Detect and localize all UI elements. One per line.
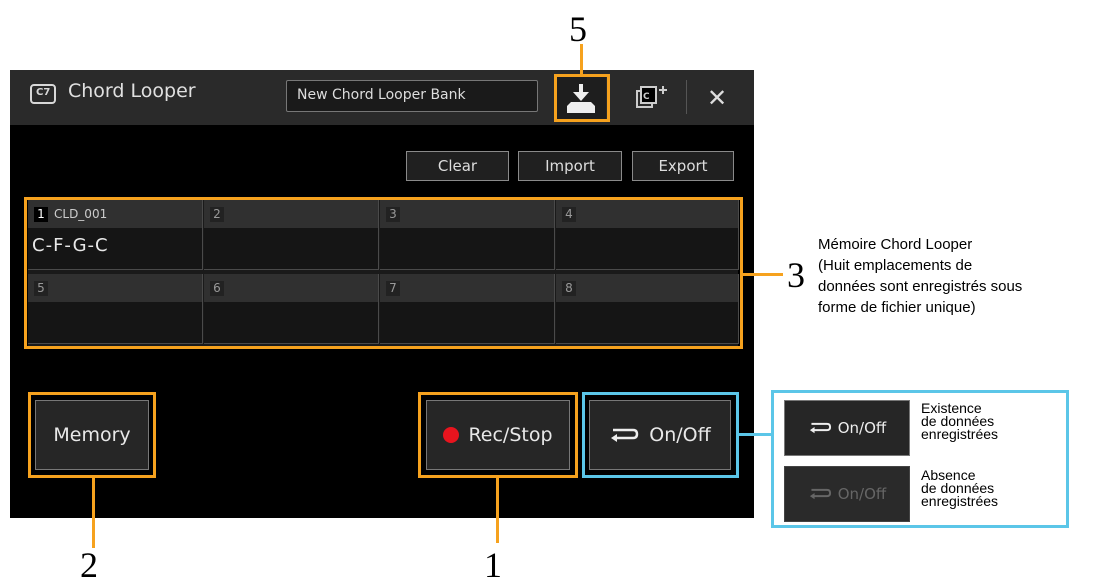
close-button[interactable]: ✕ <box>694 76 740 120</box>
highlight-3 <box>24 197 743 349</box>
bank-name-field[interactable]: New Chord Looper Bank <box>286 80 538 112</box>
clear-button[interactable]: Clear <box>406 151 509 181</box>
legend-active-text: Existence de données enregistrées <box>921 400 999 442</box>
svg-text:C: C <box>643 92 650 102</box>
leader-3 <box>743 273 783 276</box>
legend-inactive-text: Absence de données enregistrées <box>921 467 999 509</box>
highlight-5 <box>554 74 610 122</box>
loop-icon <box>809 488 831 500</box>
callout-3: 3 <box>787 255 805 295</box>
highlight-1 <box>418 392 578 478</box>
import-button[interactable]: Import <box>518 151 622 181</box>
new-bank-button[interactable]: C <box>628 76 676 120</box>
highlight-2 <box>28 392 156 478</box>
leader-1 <box>496 478 499 543</box>
legend-inactive-button: On/Off <box>784 466 910 522</box>
highlight-on-off <box>582 392 739 478</box>
leader-on-off <box>739 433 771 436</box>
window-title: Chord Looper <box>68 80 196 102</box>
loop-icon <box>809 422 831 434</box>
legend-active-button: On/Off <box>784 400 910 456</box>
callout-1: 1 <box>484 545 502 585</box>
export-button[interactable]: Export <box>632 151 734 181</box>
chord-looper-icon: C7 <box>30 84 56 104</box>
callout-3-description: Mémoire Chord Looper (Huit emplacements … <box>818 236 1023 316</box>
callout-2: 2 <box>80 545 98 585</box>
callout-5: 5 <box>569 9 587 49</box>
new-bank-icon: C <box>636 86 667 108</box>
leader-2 <box>92 478 95 548</box>
toolbar-divider <box>686 80 687 114</box>
